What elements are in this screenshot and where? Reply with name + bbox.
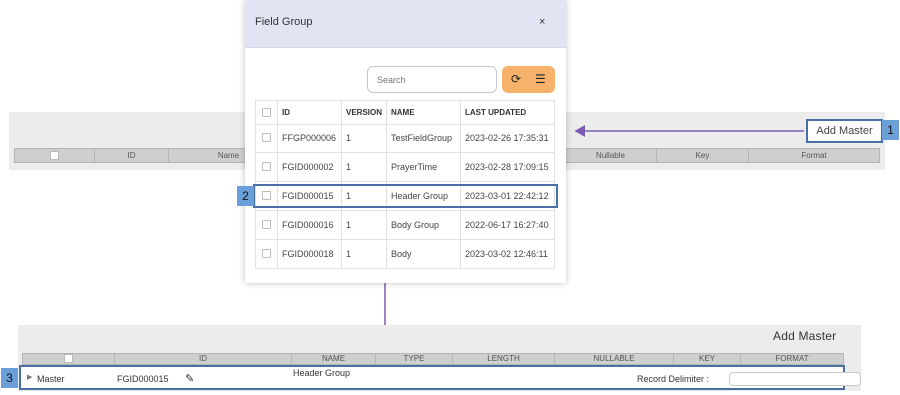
header-checkbox-cell[interactable] [23,354,115,364]
table-header: ID VERSION NAME LAST UPDATED [255,100,555,125]
row-checkbox[interactable] [262,249,271,258]
field-group-modal: Field Group × ⟳ ☰ ID VERSION NAME LAST U… [245,0,566,283]
callout-3: 3 [1,368,18,388]
cell-id: FFGP000006 [278,123,342,152]
row-checkbox[interactable] [262,220,271,229]
master-label: Master [37,374,65,384]
toolbar-button-group: ⟳ ☰ [502,66,555,93]
refresh-icon[interactable]: ⟳ [511,72,521,86]
cell-last-updated: 2023-02-26 17:35:31 [461,123,555,152]
table-row[interactable]: FGID000002 1 PrayerTime 2023-02-28 17:09… [255,152,555,182]
column-header-type: TYPE [376,354,453,364]
cell-name: TestFieldGroup [387,123,461,152]
column-header-nullable: NULLABLE [555,354,674,364]
edit-icon[interactable]: ✎ [185,372,194,385]
master-row[interactable]: ▶ Master FGID000015 ✎ Header Group Recor… [19,365,861,390]
column-header-last-updated: LAST UPDATED [461,101,555,124]
cell-name: Body Group [387,210,461,239]
column-header-id: ID [278,101,342,124]
table-row[interactable]: FGID000016 1 Body Group 2022-06-17 16:27… [255,210,555,240]
column-header-length: LENGTH [453,354,555,364]
master-grid-header: ID NAME TYPE LENGTH NULLABLE KEY FORMAT [22,353,844,365]
header-checkbox[interactable] [64,354,73,364]
panel-title: Add Master [773,329,837,343]
cell-id: FGID000018 [278,239,342,268]
row-checkbox[interactable] [262,133,271,142]
close-icon[interactable]: × [539,16,545,28]
cell-version: 1 [342,210,387,239]
row-checkbox[interactable] [262,162,271,171]
modal-title: Field Group [255,16,313,28]
master-id: FGID000015 [117,374,169,384]
cell-last-updated: 2022-06-17 16:27:40 [461,210,555,239]
table-row[interactable]: FFGP000006 1 TestFieldGroup 2023-02-26 1… [255,123,555,153]
cell-name: PrayerTime [387,152,461,181]
record-delimiter-input[interactable] [729,372,861,386]
column-header-name: NAME [292,354,376,364]
cell-version: 1 [342,239,387,268]
table-row[interactable]: FGID000018 1 Body 2023-03-02 12:46:11 [255,239,555,269]
column-header-name: NAME [387,101,461,124]
column-header-format: FORMAT [775,354,809,363]
callout-2: 2 [237,186,254,206]
column-header-id: ID [115,354,292,364]
select-all-checkbox-cell[interactable] [255,101,278,124]
select-all-checkbox[interactable] [262,108,271,117]
cell-id: FGID000016 [278,210,342,239]
cell-last-updated: 2023-03-02 12:46:11 [461,239,555,268]
cell-version: 1 [342,152,387,181]
column-header-key: KEY [674,354,741,364]
master-name: Header Group [293,368,351,378]
cell-version: 1 [342,123,387,152]
expand-caret-icon[interactable]: ▶ [27,373,32,381]
cell-name: Body [387,239,461,268]
list-icon[interactable]: ☰ [535,72,546,86]
cell-last-updated: 2023-02-28 17:09:15 [461,152,555,181]
selected-row-highlight [253,184,558,208]
record-delimiter-label: Record Delimiter : [637,374,710,384]
column-header-version: VERSION [342,101,387,124]
cell-id: FGID000002 [278,152,342,181]
search-input[interactable] [367,66,497,93]
